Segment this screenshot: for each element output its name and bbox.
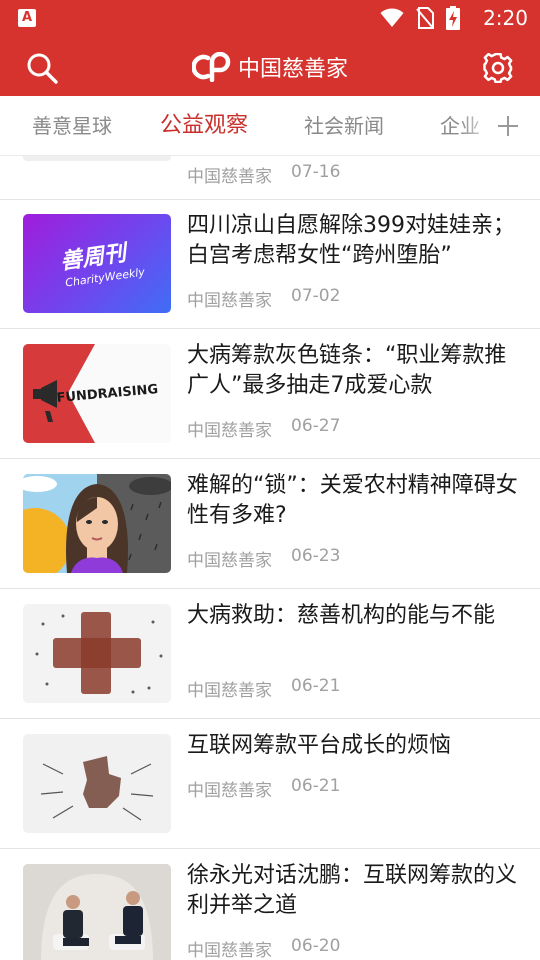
article-title[interactable]: 难解的“锁”：关爱农村精神障碍女性有多难? [187, 471, 527, 531]
list-item[interactable]: 互联网筹款平台成长的烦恼 中国慈善家 06-21 [0, 719, 540, 849]
search-icon [27, 53, 58, 84]
article-date: 07-16 [291, 162, 341, 182]
article-source: 中国慈善家 [187, 781, 272, 801]
article-date: 06-21 [291, 776, 341, 796]
battery-charging-icon [446, 6, 460, 30]
article-date: 06-27 [291, 416, 341, 436]
logo-mark-icon [192, 52, 231, 82]
no-sim-icon [416, 7, 434, 29]
settings-gear-icon [483, 53, 513, 83]
article-title[interactable]: 大病筹款灰色链条：“职业筹款推广人”最多抽走7成爱心款 [187, 341, 527, 401]
article-title[interactable]: 四川凉山自愿解除399对娃娃亲；白宫考虑帮女性“跨州堕胎” [187, 211, 527, 271]
article-source: 中国慈善家 [187, 167, 272, 187]
interview-photo [23, 864, 171, 960]
logo-text: 中国慈善家 [238, 57, 349, 82]
list-item[interactable]: FUNDRAISING 大病筹款灰色链条：“职业筹款推广人”最多抽走7成爱心款 … [0, 329, 540, 459]
article-source: 中国慈善家 [187, 551, 272, 571]
fundraising-graphic: FUNDRAISING [23, 344, 171, 443]
list-item[interactable]: 大病救助：慈善机构的能与不能 中国慈善家 06-21 [0, 589, 540, 719]
channel-tabs: 善意星球 公益观察 社会新闻 企业 [0, 96, 540, 156]
tab-shanyi-xingqiu[interactable]: 善意星球 [32, 96, 112, 155]
article-date: 06-23 [291, 546, 341, 566]
charity-weekly-logo: 善周刊 CharityWeekly [59, 240, 146, 289]
woman-illustration [23, 474, 171, 573]
list-item[interactable]: 善周刊 CharityWeekly 四川凉山自愿解除399对娃娃亲；白宫考虑帮女… [0, 199, 540, 329]
crowd-hand-graphic [40, 756, 154, 821]
settings-button[interactable] [478, 48, 518, 88]
status-bar: A 2:20 [0, 0, 540, 36]
search-button[interactable] [22, 48, 62, 88]
article-thumbnail: 善周刊 CharityWeekly [23, 214, 171, 313]
wifi-icon [380, 8, 404, 27]
article-source: 中国慈善家 [187, 941, 272, 960]
article-source: 中国慈善家 [187, 421, 272, 441]
article-feed[interactable]: 中国慈善家 07-16 善周刊 CharityWeekly 四川凉山自愿解除39… [0, 156, 540, 960]
article-thumbnail [23, 156, 171, 161]
article-date: 06-21 [291, 676, 341, 696]
app-notification-icon: A [18, 9, 36, 27]
article-thumbnail [23, 604, 171, 703]
article-thumbnail: FUNDRAISING [23, 344, 171, 443]
list-item[interactable]: 徐永光对话沈鹏：互联网筹款的义利并举之道 中国慈善家 06-20 [0, 849, 540, 960]
article-thumbnail [23, 474, 171, 573]
article-source: 中国慈善家 [187, 681, 272, 701]
article-date: 06-20 [291, 936, 341, 956]
article-title[interactable]: 大病救助：慈善机构的能与不能 [187, 601, 527, 631]
list-item[interactable]: 难解的“锁”：关爱农村精神障碍女性有多难? 中国慈善家 06-23 [0, 459, 540, 589]
tab-gongyi-guancha[interactable]: 公益观察 [160, 96, 248, 155]
article-source: 中国慈善家 [187, 291, 272, 311]
plus-icon [498, 116, 518, 136]
tab-shehui-xinwen[interactable]: 社会新闻 [304, 96, 384, 155]
article-date: 07-02 [291, 286, 341, 306]
article-thumbnail [23, 734, 171, 833]
list-item-partial[interactable]: 中国慈善家 07-16 [0, 156, 540, 200]
article-title[interactable]: 互联网筹款平台成长的烦恼 [187, 731, 527, 761]
app-bar: 中国慈善家 [0, 36, 540, 96]
crowd-cross-graphic [35, 612, 163, 694]
article-title[interactable]: 徐永光对话沈鹏：互联网筹款的义利并举之道 [187, 861, 527, 921]
app-logo: 中国慈善家 [192, 50, 348, 84]
status-icons [380, 6, 460, 30]
article-thumbnail [23, 864, 171, 960]
status-time: 2:20 [483, 6, 528, 30]
add-channel-button[interactable] [490, 108, 526, 144]
